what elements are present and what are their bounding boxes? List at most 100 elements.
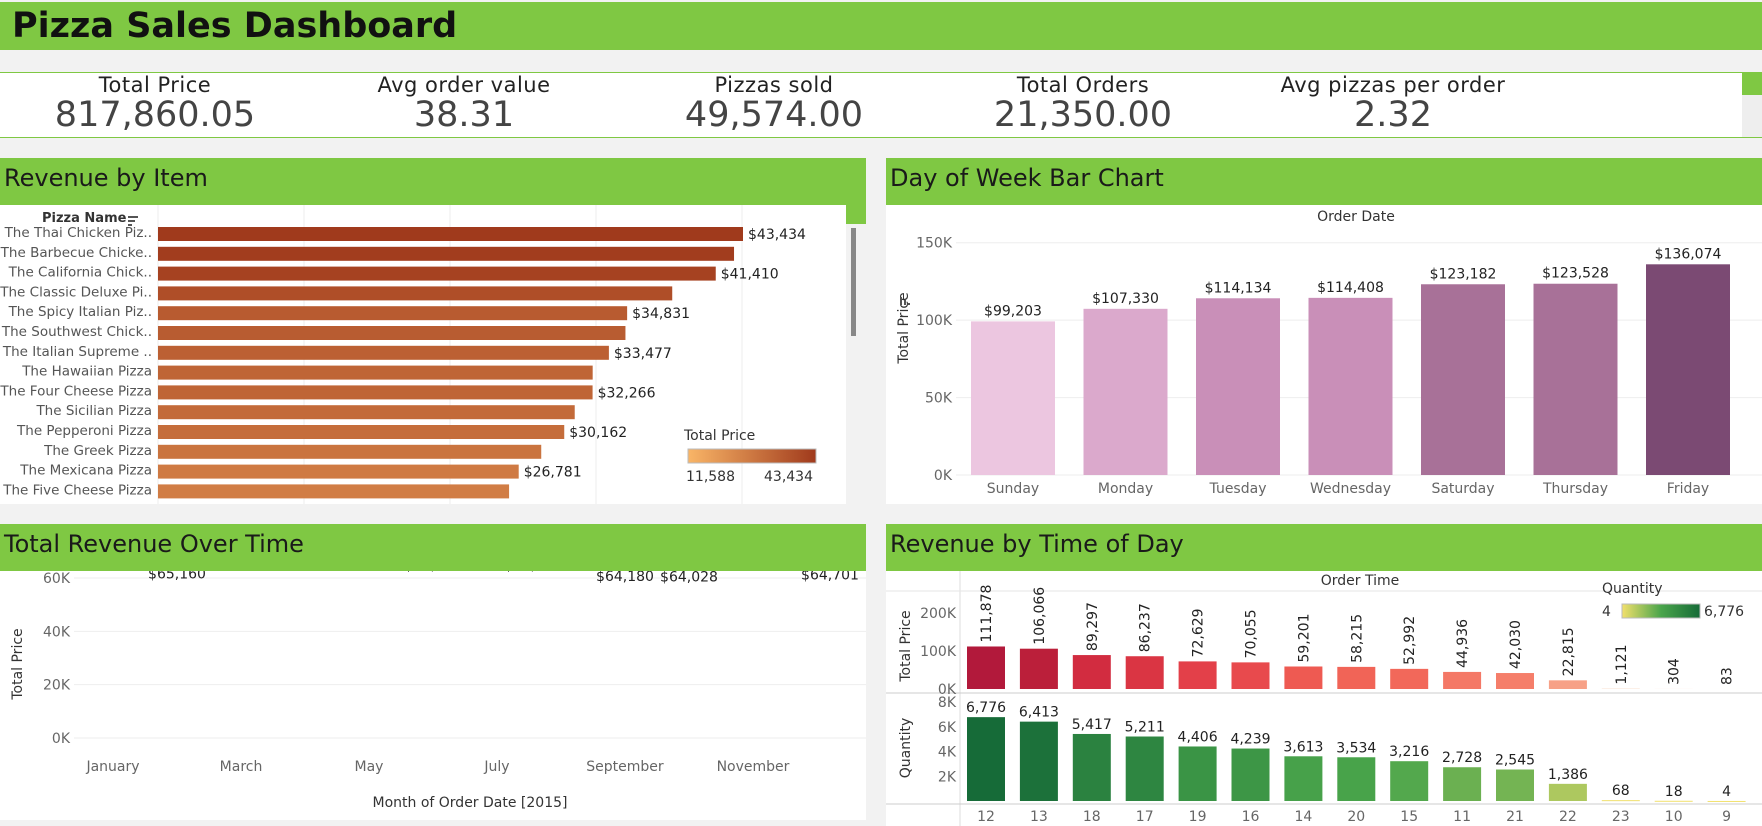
title-bar: Pizza Sales Dashboard: [0, 2, 1762, 50]
price-bar: [1337, 666, 1376, 689]
price-bar: [1231, 662, 1270, 689]
panel-day-of-week: Day of Week Bar Chart Order Date Total P…: [886, 158, 1762, 504]
day-value-label: $114,408: [1317, 280, 1384, 296]
hour-label: 13: [1030, 809, 1048, 825]
y-tick-label: 50K: [925, 391, 953, 407]
item-label: The Thai Chicken Piz..: [4, 225, 152, 241]
revenue-by-item-chart: Pizza Name The Thai Chicken Piz.. $43,434…: [0, 205, 866, 504]
x-tick-label: November: [717, 759, 790, 775]
y-axis-label: Total Price: [10, 628, 26, 700]
legend-min: 11,588: [686, 469, 735, 485]
item-label: The Italian Supreme ..: [2, 344, 152, 360]
y-tick-label: 100K: [916, 313, 953, 329]
quantity-bar: [1443, 767, 1482, 801]
price-bar: [1548, 680, 1587, 689]
kpi-label: Avg order value: [377, 73, 551, 97]
price-bar: [1390, 668, 1429, 689]
chart-title: Order Date: [1317, 209, 1395, 225]
quantity-value-label: 2,545: [1495, 753, 1535, 769]
dashboard-title: Pizza Sales Dashboard: [12, 6, 458, 46]
quantity-bar: [1125, 736, 1164, 801]
quantity-value-label: 3,534: [1336, 740, 1376, 756]
kpi-total-price: Total Price 817,860.05: [0, 73, 320, 135]
price-value-label: 52,992: [1402, 616, 1418, 665]
item-bar: [158, 266, 716, 281]
day-value-label: $123,182: [1430, 266, 1497, 282]
item-label: The Five Cheese Pizza: [2, 482, 152, 498]
price-value-label: 89,297: [1085, 602, 1101, 651]
hour-label: 12: [977, 809, 995, 825]
scroll-header-block: [846, 205, 866, 224]
hour-label: 20: [1347, 809, 1365, 825]
price-value-label: 111,878: [979, 585, 995, 643]
panel-header: Day of Week Bar Chart: [886, 158, 1762, 205]
quantity-bar: [1654, 800, 1693, 802]
point-value-label: $65,160: [148, 571, 206, 582]
quantity-bar: [1707, 800, 1746, 802]
quantity-value-label: 3,613: [1283, 739, 1323, 755]
panel-title: Day of Week Bar Chart: [890, 164, 1164, 192]
quantity-bar: [1601, 800, 1640, 802]
y-tick-label: 0K: [52, 731, 71, 747]
scrollbar-thumb[interactable]: [1742, 73, 1762, 95]
price-bar: [967, 646, 1005, 689]
kpi-avg-pizzas-per-order: Avg pizzas per order 2.32: [1228, 73, 1558, 135]
quantity-value-label: 4: [1722, 784, 1731, 800]
quantity-tick-label: 8K: [938, 695, 957, 711]
day-label: Saturday: [1431, 481, 1494, 497]
item-value-label: $43,434: [748, 227, 806, 243]
price-value-label: 70,055: [1244, 609, 1260, 658]
legend-gradient: [687, 448, 817, 464]
item-label: The Four Cheese Pizza: [0, 383, 152, 399]
quantity-value-label: 5,211: [1125, 720, 1165, 736]
price-value-label: 106,066: [1032, 587, 1048, 645]
quantity-bar: [1072, 733, 1111, 801]
item-value-label: $30,162: [569, 425, 627, 441]
item-value-label: $41,410: [721, 267, 779, 283]
panel-time-of-day: Revenue by Time of Day Order Time Total …: [886, 524, 1762, 826]
legend-title: Total Price: [683, 428, 755, 444]
day-value-label: $114,134: [1205, 280, 1272, 296]
legend-min: 4: [1602, 604, 1611, 620]
item-bar: [158, 246, 735, 261]
item-bar: [158, 444, 542, 459]
hour-label: 11: [1453, 809, 1471, 825]
day-of-week-chart: Order Date Total Price 0K50K100K150K$99,…: [896, 209, 1762, 497]
scroll-thumb[interactable]: [851, 228, 856, 336]
kpi-label: Total Orders: [1016, 73, 1150, 97]
price-bar: [1284, 666, 1323, 689]
quantity-bar: [1548, 783, 1587, 801]
item-label: The Pepperoni Pizza: [16, 423, 152, 439]
kpi-value: 38.31: [413, 95, 515, 135]
kpi-scrollbar[interactable]: [1742, 73, 1762, 137]
x-tick-label: March: [220, 759, 263, 775]
y-tick-label: 40K: [43, 624, 71, 640]
price-tick-label: 100K: [920, 644, 957, 660]
kpi-value: 49,574.00: [684, 95, 864, 135]
y-tick-label: 150K: [916, 236, 953, 252]
point-value-label: $64,701: [801, 571, 859, 583]
price-value-label: 22,815: [1561, 627, 1577, 676]
y-tick-label: 20K: [43, 678, 71, 694]
quantity-bar: [1496, 769, 1534, 801]
item-label: The Southwest Chick..: [1, 324, 152, 340]
quantity-bar: [967, 717, 1005, 801]
day-bar: [971, 321, 1055, 475]
revenue-over-time-chart: Total Price Month of Order Date [2015] 0…: [10, 571, 866, 811]
quantity-tick-label: 4K: [938, 745, 957, 761]
hour-label: 9: [1722, 809, 1731, 825]
day-value-label: $123,528: [1542, 266, 1609, 282]
panel-header: Total Revenue Over Time: [0, 524, 866, 571]
quantity-value-label: 18: [1665, 784, 1683, 800]
item-value-label: $26,781: [524, 465, 582, 481]
quantity-value-label: 3,216: [1389, 744, 1429, 760]
day-label: Friday: [1667, 481, 1709, 497]
point-value-label: $68,737: [276, 571, 334, 573]
item-value-label: $32,266: [598, 385, 656, 401]
item-bar: [158, 306, 628, 321]
day-value-label: $136,074: [1655, 246, 1722, 262]
hour-label: 22: [1559, 809, 1577, 825]
item-value-label: $34,831: [632, 306, 690, 322]
day-bar: [1196, 298, 1280, 475]
day-label: Tuesday: [1209, 481, 1267, 497]
